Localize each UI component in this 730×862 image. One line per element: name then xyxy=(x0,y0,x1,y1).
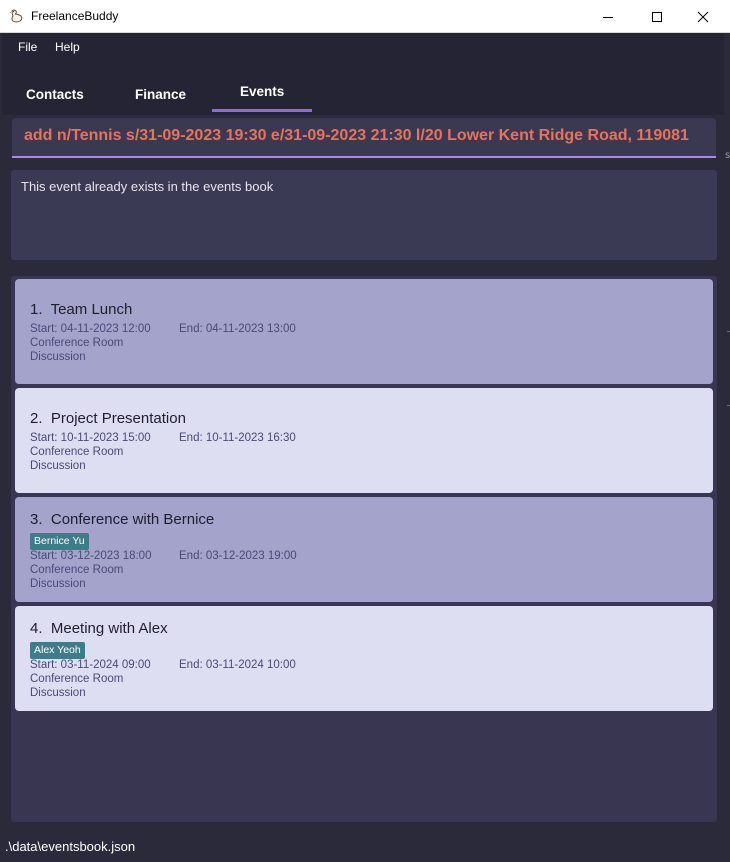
title-bar: FreelanceBuddy xyxy=(0,0,730,33)
event-end: End: 03-12-2023 19:00 xyxy=(179,550,297,562)
event-title: 3. Conference with Bernice xyxy=(30,511,214,528)
maximize-button[interactable] xyxy=(634,0,680,33)
event-start: Start: 04-11-2023 12:00 xyxy=(30,323,151,335)
event-list[interactable]: 1. Team Lunch Start: 04-11-2023 12:00 En… xyxy=(11,276,717,822)
edge-artifact: s xyxy=(725,150,730,161)
window-title: FreelanceBuddy xyxy=(31,9,119,23)
minimize-button[interactable] xyxy=(585,0,631,33)
tab-bar: Contacts Finance Events xyxy=(2,61,724,115)
event-title: 2. Project Presentation xyxy=(30,410,186,427)
event-location: Conference Room xyxy=(30,446,124,458)
result-display: This event already exists in the events … xyxy=(11,170,717,260)
event-card[interactable]: 1. Team Lunch Start: 04-11-2023 12:00 En… xyxy=(15,279,713,384)
event-name: Conference with Bernice xyxy=(50,511,215,528)
menu-file[interactable]: File xyxy=(18,40,37,54)
event-title: 4. Meeting with Alex xyxy=(30,620,168,637)
event-index: 2. xyxy=(30,410,43,427)
event-card[interactable]: 4. Meeting with Alex Alex Yeoh Start: 03… xyxy=(15,606,713,711)
event-description: Discussion xyxy=(30,460,86,472)
event-description: Discussion xyxy=(30,687,86,699)
result-message: This event already exists in the events … xyxy=(21,179,274,194)
active-tab-indicator xyxy=(212,109,312,112)
event-end: End: 04-11-2023 13:00 xyxy=(179,323,296,335)
event-name: Project Presentation xyxy=(50,410,186,427)
contact-tag: Alex Yeoh xyxy=(30,642,85,659)
minimize-icon xyxy=(603,16,613,18)
event-start: Start: 10-11-2023 15:00 xyxy=(30,432,151,444)
event-end: End: 10-11-2023 16:30 xyxy=(179,432,296,444)
close-icon xyxy=(697,11,709,22)
event-index: 1. xyxy=(30,301,43,318)
event-name: Meeting with Alex xyxy=(50,620,168,637)
maximize-icon xyxy=(652,11,662,22)
command-input-text[interactable]: add n/Tennis s/31-09-2023 19:30 e/31-09-… xyxy=(24,127,689,145)
menu-bar: File Help xyxy=(2,33,724,61)
event-description: Discussion xyxy=(30,351,86,363)
close-button[interactable] xyxy=(680,0,726,33)
event-index: 3. xyxy=(30,511,43,528)
event-card[interactable]: 3. Conference with Bernice Bernice Yu St… xyxy=(15,497,713,602)
contact-tag: Bernice Yu xyxy=(30,533,89,550)
command-input[interactable]: add n/Tennis s/31-09-2023 19:30 e/31-09-… xyxy=(12,118,716,158)
status-bar-path: .\data\eventsbook.json xyxy=(5,839,136,854)
app-duck-icon xyxy=(9,9,23,23)
tab-contacts[interactable]: Contacts xyxy=(26,87,84,102)
event-index: 4. xyxy=(30,620,43,637)
event-location: Conference Room xyxy=(30,564,124,576)
menu-help[interactable]: Help xyxy=(55,40,80,54)
event-location: Conference Room xyxy=(30,673,124,685)
event-description: Discussion xyxy=(30,578,86,590)
tab-events[interactable]: Events xyxy=(240,84,284,99)
event-end: End: 03-11-2024 10:00 xyxy=(179,659,296,671)
event-location: Conference Room xyxy=(30,337,124,349)
tab-finance[interactable]: Finance xyxy=(135,87,186,102)
event-card[interactable]: 2. Project Presentation Start: 10-11-202… xyxy=(15,388,713,493)
event-start: Start: 03-11-2024 09:00 xyxy=(30,659,151,671)
event-name: Team Lunch xyxy=(50,301,133,318)
event-start: Start: 03-12-2023 18:00 xyxy=(30,550,152,562)
event-title: 1. Team Lunch xyxy=(30,301,132,318)
